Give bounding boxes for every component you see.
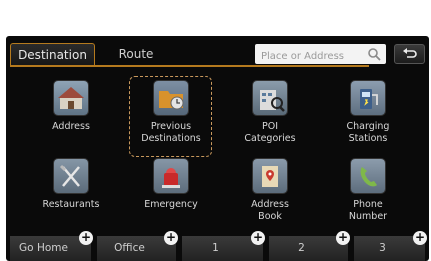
address-book-icon: [253, 159, 287, 193]
office-label: Office: [114, 242, 145, 254]
plus-icon: +: [336, 230, 350, 245]
plus-icon: +: [413, 230, 427, 245]
go-home-label: Go Home: [19, 242, 68, 254]
search-field[interactable]: [255, 44, 386, 67]
search-icon[interactable]: [367, 47, 381, 61]
grid-item-poi-categories[interactable]: POI Categories: [225, 81, 315, 145]
item-label: POI Categories: [244, 121, 296, 144]
house-icon: [54, 81, 88, 115]
grid-item-emergency[interactable]: Emergency: [126, 159, 216, 211]
item-label: Phone Number: [348, 199, 388, 222]
item-label: Emergency: [144, 199, 198, 210]
favorite-1-label: 1: [212, 242, 219, 254]
office-button[interactable]: Office +: [97, 231, 178, 261]
tab-destination[interactable]: Destination: [10, 43, 95, 66]
favorite-2-label: 2: [298, 242, 305, 254]
restaurant-icon: [54, 159, 88, 193]
favorite-1-button[interactable]: 1 +: [182, 231, 265, 261]
grid-item-restaurants[interactable]: Restaurants: [26, 159, 116, 211]
plus-icon: +: [251, 230, 265, 245]
back-arrow-icon: [403, 48, 417, 58]
back-button[interactable]: [394, 44, 425, 64]
search-input[interactable]: [261, 46, 361, 67]
item-label: Address: [52, 121, 90, 132]
grid-item-address-book[interactable]: Address Book: [225, 159, 315, 223]
grid-item-phone-number[interactable]: Phone Number: [323, 159, 413, 223]
item-label: Restaurants: [42, 199, 100, 210]
item-label: Address Book: [251, 199, 289, 222]
plus-icon: +: [164, 230, 178, 245]
grid-item-address[interactable]: Address: [26, 81, 116, 133]
tab-route[interactable]: Route: [106, 43, 166, 66]
favorite-2-button[interactable]: 2 +: [269, 231, 350, 261]
poi-icon: [253, 81, 287, 115]
grid-item-charging-stations[interactable]: Charging Stations: [323, 81, 413, 145]
charging-station-icon: [351, 81, 385, 115]
navigation-screen: Destination Route Address: [6, 36, 429, 261]
phone-icon: [351, 159, 385, 193]
item-label: Charging Stations: [346, 121, 390, 144]
folder-icon: [154, 81, 188, 115]
favorite-3-button[interactable]: 3 +: [354, 231, 427, 261]
go-home-button[interactable]: Go Home +: [10, 231, 93, 261]
item-label: Previous Destinations: [141, 121, 201, 144]
plus-icon: +: [79, 230, 93, 245]
favorite-3-label: 3: [379, 242, 386, 254]
emergency-icon: [154, 159, 188, 193]
grid-item-previous-destinations[interactable]: Previous Destinations: [126, 81, 216, 145]
